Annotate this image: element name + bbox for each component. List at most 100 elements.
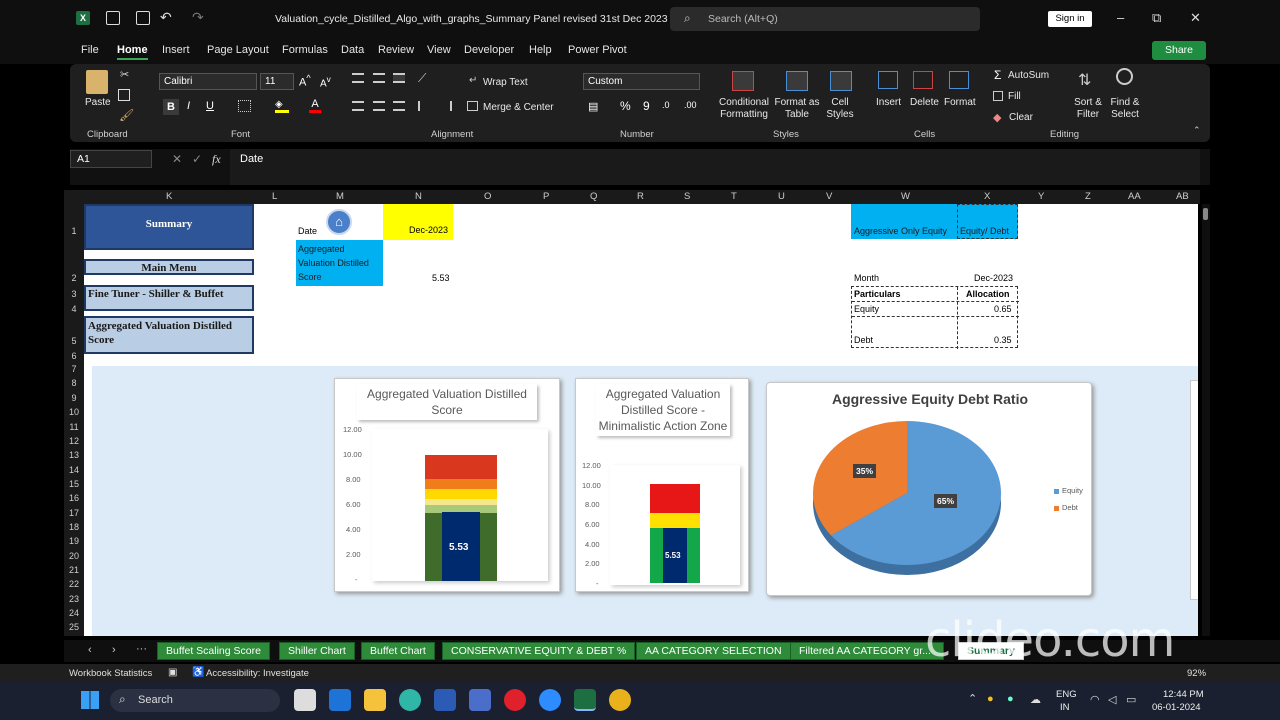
autosum-button[interactable]: AutoSum	[1008, 70, 1049, 81]
column-header[interactable]: S	[684, 191, 690, 202]
column-header[interactable]: U	[778, 191, 785, 202]
tray-norton-icon[interactable]: ●	[987, 693, 994, 705]
close-button[interactable]: ✕	[1190, 10, 1201, 26]
task-view-icon[interactable]	[294, 689, 316, 711]
menu-review[interactable]: Review	[378, 44, 414, 56]
decrease-decimal-icon[interactable]: .00	[684, 100, 697, 110]
undo-icon[interactable]: ↶	[160, 9, 172, 26]
row-header[interactable]: 12	[64, 436, 84, 446]
cell-styles-button[interactable]: Cell Styles	[822, 97, 858, 121]
row-header[interactable]: 23	[64, 594, 84, 604]
tray-chevron-icon[interactable]: ⌃	[968, 692, 977, 705]
row-header[interactable]: 16	[64, 493, 84, 503]
paste-icon[interactable]	[86, 70, 108, 94]
column-header[interactable]: W	[901, 191, 910, 202]
insert-function-icon[interactable]: fx	[212, 152, 221, 167]
format-cells-button[interactable]: Format	[944, 97, 976, 108]
menu-home[interactable]: Home	[117, 44, 148, 60]
row-header[interactable]: 4	[64, 304, 84, 314]
row-header[interactable]: 13	[64, 450, 84, 460]
merge-center-button[interactable]: Merge & Center	[483, 102, 554, 113]
italic-icon[interactable]: I	[187, 100, 190, 112]
align-left-icon[interactable]	[352, 101, 364, 111]
row-header[interactable]: 21	[64, 565, 84, 575]
cut-icon[interactable]: ✂	[120, 68, 129, 81]
redo-icon[interactable]: ↷	[192, 9, 204, 26]
accessibility-status[interactable]: Accessibility: Investigate	[206, 668, 309, 679]
row-header[interactable]: 7	[64, 364, 84, 374]
align-right-icon[interactable]	[393, 101, 405, 111]
windows-start-icon[interactable]	[81, 691, 99, 709]
cancel-formula-icon[interactable]: ✕	[172, 152, 182, 166]
network-icon[interactable]: ◠	[1090, 693, 1100, 706]
fill-button[interactable]: Fill	[1008, 91, 1021, 102]
menu-formulas[interactable]: Formulas	[282, 44, 328, 56]
row-header[interactable]: 14	[64, 465, 84, 475]
conditional-formatting-button[interactable]: Conditional Formatting	[714, 97, 774, 121]
tab-scroll-left-icon[interactable]: ‹	[88, 644, 92, 656]
minimize-button[interactable]: –	[1117, 10, 1124, 25]
score-chart-card[interactable]: Aggregated Valuation Distilled Score 12.…	[334, 378, 560, 592]
row-header[interactable]: 25	[64, 622, 84, 632]
sheet-tab[interactable]: Buffet Chart	[361, 642, 435, 660]
find-select-button[interactable]: Find & Select	[1106, 97, 1144, 121]
grow-font-icon[interactable]: A^	[299, 73, 311, 89]
home-icon[interactable]: ⌂	[326, 209, 352, 235]
row-header[interactable]: 19	[64, 536, 84, 546]
menu-help[interactable]: Help	[529, 44, 552, 56]
collapse-ribbon-icon[interactable]: ⌃	[1193, 125, 1201, 136]
column-header[interactable]: X	[984, 191, 990, 202]
excel-taskbar-icon[interactable]	[574, 689, 596, 711]
paste-button[interactable]: Paste	[85, 97, 111, 108]
menu-file[interactable]: File	[81, 44, 99, 56]
row-header[interactable]: 9	[64, 393, 84, 403]
row-header[interactable]: 5	[64, 336, 84, 346]
volume-icon[interactable]: ◁	[1108, 693, 1116, 706]
row-header[interactable]: 1	[64, 226, 84, 236]
column-header[interactable]: AA	[1128, 191, 1141, 202]
column-header[interactable]: M	[336, 191, 344, 202]
mail-icon[interactable]	[329, 689, 351, 711]
tab-more-icon[interactable]: ···	[136, 643, 147, 655]
align-bottom-icon[interactable]	[393, 73, 405, 83]
fill-color-icon[interactable]: ◈	[275, 99, 289, 113]
language-indicator[interactable]: ENG	[1056, 689, 1077, 700]
zoom-app-icon[interactable]	[539, 689, 561, 711]
file-explorer-icon[interactable]	[364, 689, 386, 711]
font-name-box[interactable]: Calibri	[159, 73, 257, 90]
copy-icon[interactable]	[118, 89, 130, 101]
shrink-font-icon[interactable]: Av	[320, 74, 331, 89]
sort-filter-button[interactable]: Sort & Filter	[1069, 97, 1107, 121]
accounting-format-icon[interactable]: ▤	[588, 100, 598, 113]
fine-tuner-button[interactable]: Fine Tuner - Shiller & Buffet	[84, 285, 254, 311]
chrome-icon[interactable]	[609, 689, 631, 711]
wrap-text-button[interactable]: Wrap Text	[483, 77, 528, 88]
search-box[interactable]: ⌕ Search (Alt+Q)	[670, 7, 980, 31]
bold-icon[interactable]: B	[163, 99, 179, 115]
column-header[interactable]: N	[415, 191, 422, 202]
main-menu-button[interactable]: Main Menu	[84, 259, 254, 275]
menu-insert[interactable]: Insert	[162, 44, 190, 56]
column-header[interactable]: K	[166, 191, 172, 202]
autosave-icon[interactable]	[136, 11, 150, 25]
borders-icon[interactable]	[238, 100, 251, 112]
save-icon[interactable]	[106, 11, 120, 25]
sheet-tab[interactable]: Buffet Scaling Score	[157, 642, 270, 660]
tab-scroll-right-icon[interactable]: ›	[112, 644, 116, 656]
formula-input[interactable]: Date	[230, 149, 1200, 185]
opera-icon[interactable]	[504, 689, 526, 711]
sheet-tab[interactable]: Filtered AA CATEGORY gr...	[790, 642, 944, 660]
name-box[interactable]: A1	[70, 150, 152, 168]
battery-icon[interactable]: ▭	[1126, 693, 1136, 706]
clock-time[interactable]: 12:44 PM	[1163, 689, 1204, 700]
word-icon[interactable]	[434, 689, 456, 711]
orientation-icon[interactable]: ⟋	[418, 71, 426, 86]
column-header[interactable]: AB	[1176, 191, 1189, 202]
aggregated-score-button[interactable]: Aggregated Valuation Distilled Score	[84, 316, 254, 354]
scroll-thumb[interactable]	[1203, 208, 1208, 220]
menu-data[interactable]: Data	[341, 44, 364, 56]
sign-in-button[interactable]: Sign in	[1048, 11, 1092, 27]
equity-debt-pie-card[interactable]: Aggressive Equity Debt Ratio 65% 35% Equ…	[766, 382, 1092, 596]
percent-icon[interactable]: %	[620, 99, 631, 113]
align-middle-icon[interactable]	[373, 73, 385, 83]
